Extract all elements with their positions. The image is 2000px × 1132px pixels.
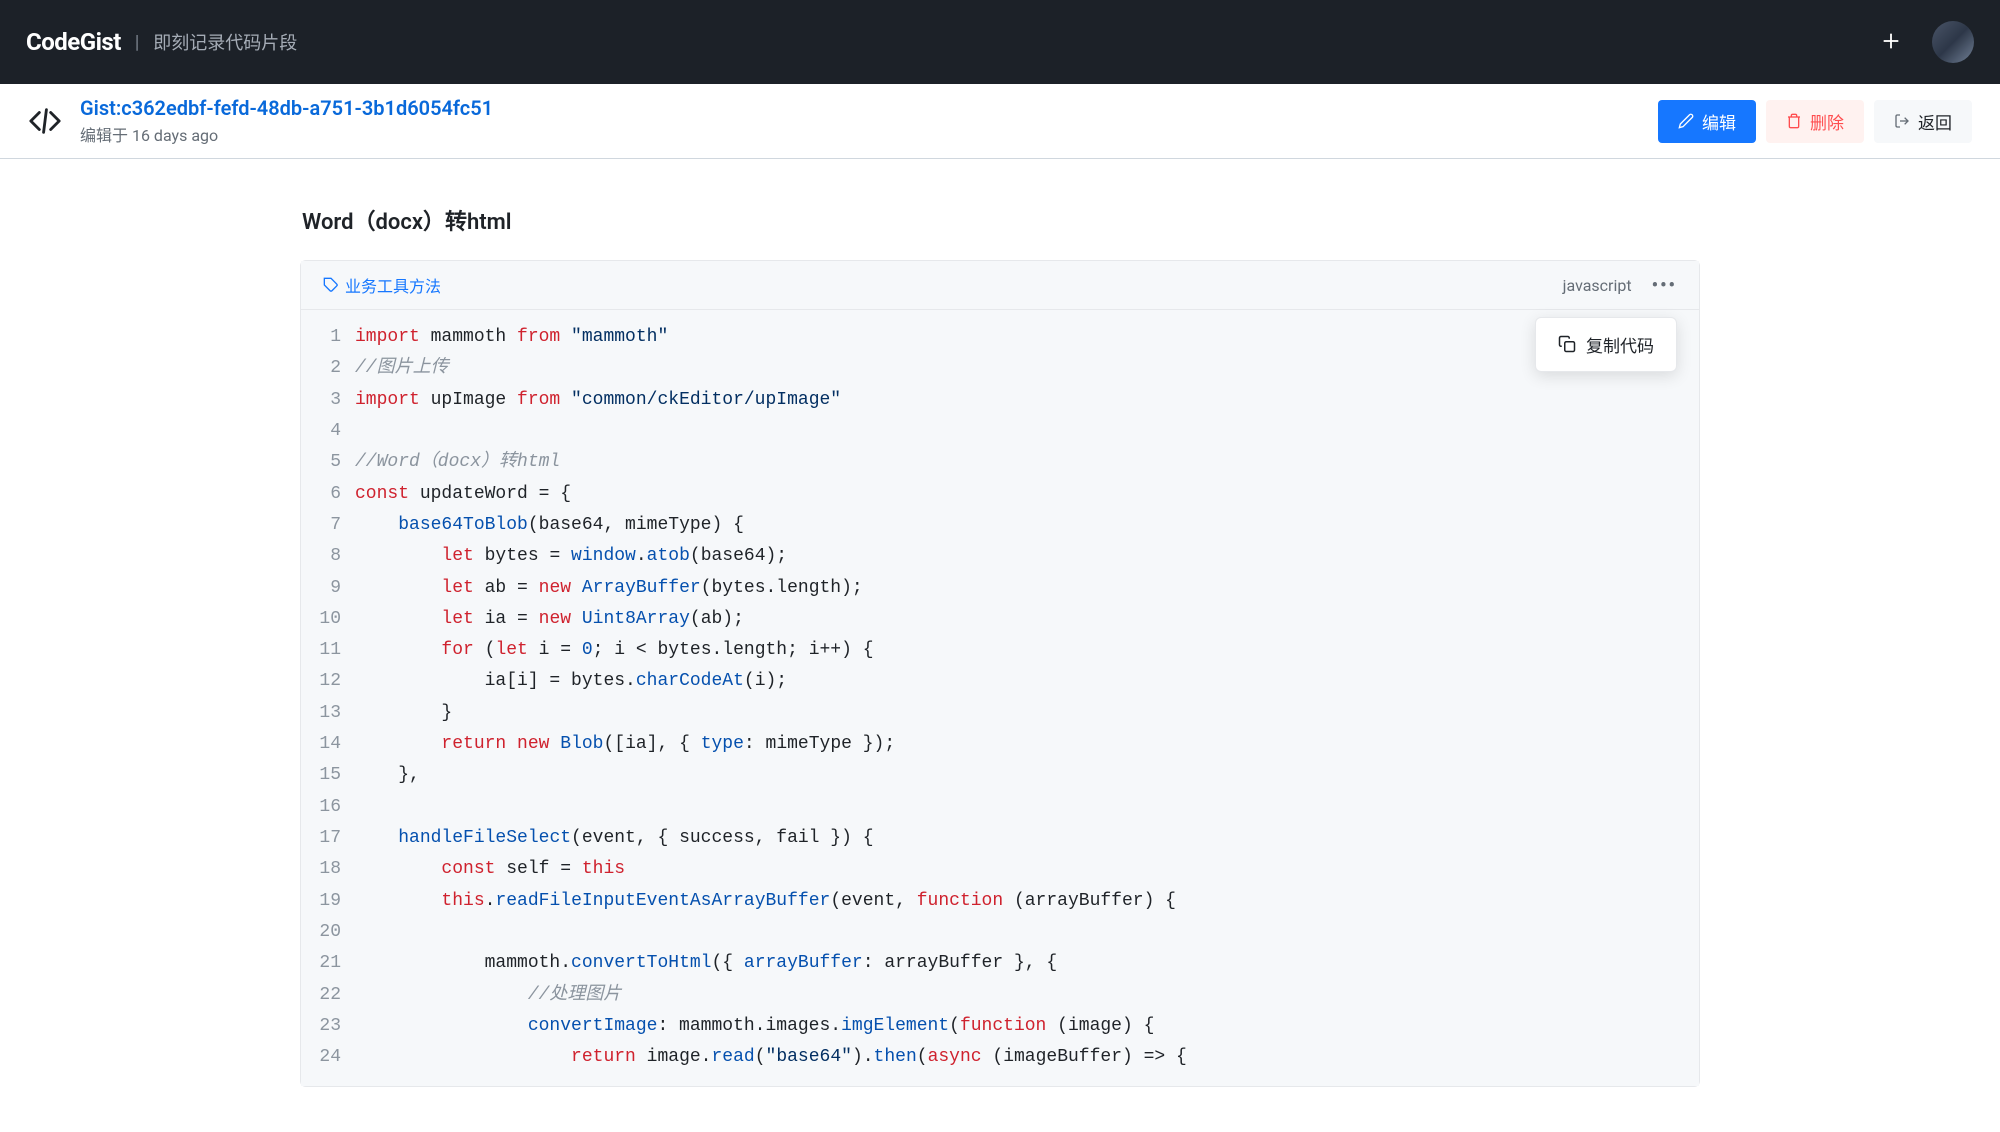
pencil-icon	[1678, 113, 1694, 129]
top-header: CodeGist | 即刻记录代码片段	[0, 0, 2000, 84]
code-line: ia[i] = bytes.charCodeAt(i);	[355, 666, 1699, 697]
code-header-right: javascript ••• 复制代码	[1563, 275, 1677, 296]
code-line: },	[355, 760, 1699, 791]
code-line: import upImage from "common/ckEditor/upI…	[355, 385, 1699, 416]
code-line: return image.read("base64").then(async (…	[355, 1042, 1699, 1073]
code-line: handleFileSelect(event, { success, fail …	[355, 823, 1699, 854]
page-title: Word（docx）转html	[300, 204, 1700, 236]
delete-label: 删除	[1810, 109, 1844, 134]
code-line: convertImage: mammoth.images.imgElement(…	[355, 1011, 1699, 1042]
subheader: Gist:c362edbf-fefd-48db-a751-3b1d6054fc5…	[0, 84, 2000, 159]
code-container: 业务工具方法 javascript ••• 复制代码 1234567891011…	[300, 260, 1700, 1087]
tag-icon	[323, 277, 339, 293]
code-line: base64ToBlob(base64, mimeType) {	[355, 510, 1699, 541]
plus-icon[interactable]	[1880, 25, 1902, 60]
category-tag[interactable]: 业务工具方法	[323, 273, 441, 297]
trash-icon	[1786, 113, 1802, 129]
code-line: import mammoth from "mammoth"	[355, 322, 1699, 353]
copy-popover[interactable]: 复制代码	[1535, 317, 1677, 372]
copy-icon	[1558, 335, 1576, 353]
code-line: this.readFileInputEventAsArrayBuffer(eve…	[355, 886, 1699, 917]
code-header: 业务工具方法 javascript ••• 复制代码	[301, 261, 1699, 310]
code-line: const self = this	[355, 854, 1699, 885]
code-line	[355, 917, 1699, 948]
code-line: const updateWord = {	[355, 479, 1699, 510]
subheader-actions: 编辑 删除 返回	[1658, 100, 1972, 143]
code-lines: import mammoth from "mammoth" //图片上传 imp…	[349, 310, 1699, 1086]
code-line: return new Blob([ia], { type: mimeType }…	[355, 729, 1699, 760]
code-line: mammoth.convertToHtml({ arrayBuffer: arr…	[355, 948, 1699, 979]
main-content: Word（docx）转html 业务工具方法 javascript ••• 复制…	[300, 159, 1700, 1132]
edit-button[interactable]: 编辑	[1658, 100, 1756, 143]
code-line: //图片上传	[355, 353, 1699, 384]
delete-button[interactable]: 删除	[1766, 100, 1864, 143]
code-line: //Word（docx）转html	[355, 447, 1699, 478]
exit-icon	[1894, 113, 1910, 129]
copy-label: 复制代码	[1586, 332, 1654, 357]
code-line	[355, 792, 1699, 823]
edit-label: 编辑	[1702, 109, 1736, 134]
gist-meta: 编辑于 16 days ago	[80, 122, 493, 146]
code-line: }	[355, 698, 1699, 729]
code-body: 123456789101112131415161718192021222324 …	[301, 310, 1699, 1086]
gist-title[interactable]: Gist:c362edbf-fefd-48db-a751-3b1d6054fc5…	[80, 96, 493, 120]
language-label: javascript	[1563, 276, 1632, 295]
back-button[interactable]: 返回	[1874, 100, 1972, 143]
tag-label: 业务工具方法	[345, 273, 441, 297]
logo[interactable]: CodeGist	[26, 28, 121, 56]
code-line: let ia = new Uint8Array(ab);	[355, 604, 1699, 635]
code-line: //处理图片	[355, 980, 1699, 1011]
divider: |	[135, 32, 139, 53]
code-icon	[28, 104, 62, 138]
header-actions	[1880, 21, 1974, 63]
back-label: 返回	[1918, 109, 1952, 134]
tagline: 即刻记录代码片段	[153, 29, 297, 55]
line-numbers: 123456789101112131415161718192021222324	[301, 310, 349, 1086]
code-line	[355, 416, 1699, 447]
code-line: let bytes = window.atob(base64);	[355, 541, 1699, 572]
more-icon[interactable]: •••	[1652, 275, 1677, 296]
code-line: for (let i = 0; i < bytes.length; i++) {	[355, 635, 1699, 666]
gist-info: Gist:c362edbf-fefd-48db-a751-3b1d6054fc5…	[80, 96, 493, 146]
avatar[interactable]	[1932, 21, 1974, 63]
code-line: let ab = new ArrayBuffer(bytes.length);	[355, 573, 1699, 604]
